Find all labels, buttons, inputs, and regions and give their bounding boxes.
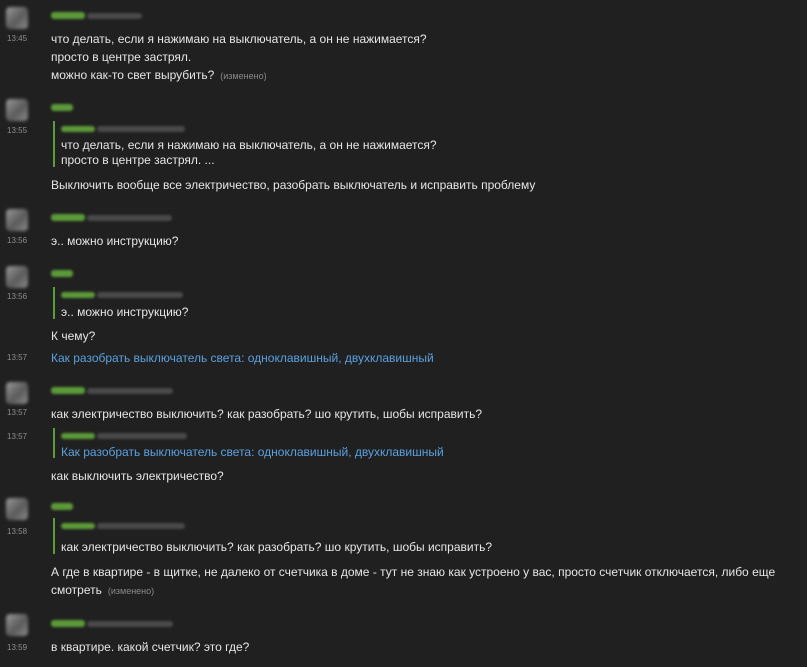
sender-name[interactable] — [51, 503, 73, 510]
message-text: э.. можно инструкцию? — [51, 234, 179, 248]
sender-name[interactable] — [51, 104, 73, 111]
message-text: смотреть (изменено) — [51, 583, 155, 597]
message-text: К чему? — [51, 329, 96, 343]
quote-sender-name[interactable] — [61, 523, 185, 529]
message-timestamp: 13:58 — [7, 527, 28, 536]
message-timestamp: 13:55 — [7, 126, 28, 135]
message-text: как выключить электричество? — [51, 469, 224, 483]
avatar[interactable] — [6, 99, 28, 121]
edited-label: (изменено) — [220, 71, 267, 81]
message-timestamp: 13:56 — [7, 292, 28, 301]
message-text: что делать, если я нажимаю на выключател… — [51, 32, 427, 46]
message-timestamp: 13:57 — [7, 353, 28, 362]
message-text: в квартире. какой счетчик? это где? — [51, 640, 250, 654]
edited-label: (изменено) — [107, 586, 155, 596]
quoted-link[interactable]: Как разобрать выключатель света: однокла… — [61, 445, 444, 459]
avatar[interactable] — [6, 382, 28, 404]
sender-name[interactable] — [51, 270, 73, 277]
message-timestamp: 13:59 — [7, 643, 28, 652]
quoted-text: просто в центре застрял. ... — [61, 153, 215, 167]
quote-bar — [53, 518, 55, 554]
avatar[interactable] — [6, 7, 28, 29]
sender-name[interactable] — [51, 214, 172, 221]
message-timestamp: 13:57 — [7, 432, 28, 441]
message-timestamp: 13:45 — [7, 34, 28, 43]
quote-bar — [53, 121, 55, 167]
message-text: А где в квартире - в щитке, не далеко от… — [51, 565, 776, 579]
quoted-text: как электричество выключить? как разобра… — [61, 540, 493, 554]
message-text: Выключить вообще все электричество, разо… — [51, 178, 536, 192]
quote-bar — [53, 428, 55, 458]
message-timestamp: 13:56 — [7, 236, 28, 245]
avatar[interactable] — [6, 209, 28, 231]
avatar[interactable] — [6, 614, 28, 636]
sender-name[interactable] — [51, 387, 173, 394]
quoted-text: э.. можно инструкцию? — [61, 305, 189, 319]
message-text: просто в центре застрял. — [51, 50, 192, 64]
quote-sender-name[interactable] — [61, 126, 185, 132]
sender-name[interactable] — [51, 12, 142, 19]
quoted-text: что делать, если я нажимаю на выключател… — [61, 138, 437, 152]
avatar[interactable] — [6, 498, 28, 520]
quote-bar — [53, 287, 55, 319]
sender-name[interactable] — [51, 620, 173, 627]
avatar[interactable] — [6, 266, 28, 288]
quote-sender-name[interactable] — [61, 292, 183, 298]
message-text: можно как-то свет вырубить? (изменено) — [51, 68, 267, 82]
message-link[interactable]: Как разобрать выключатель света: однокла… — [51, 351, 434, 365]
quote-sender-name[interactable] — [61, 433, 187, 439]
message-timestamp: 13:57 — [7, 408, 28, 417]
message-text: как электричество выключить? как разобра… — [51, 407, 483, 421]
